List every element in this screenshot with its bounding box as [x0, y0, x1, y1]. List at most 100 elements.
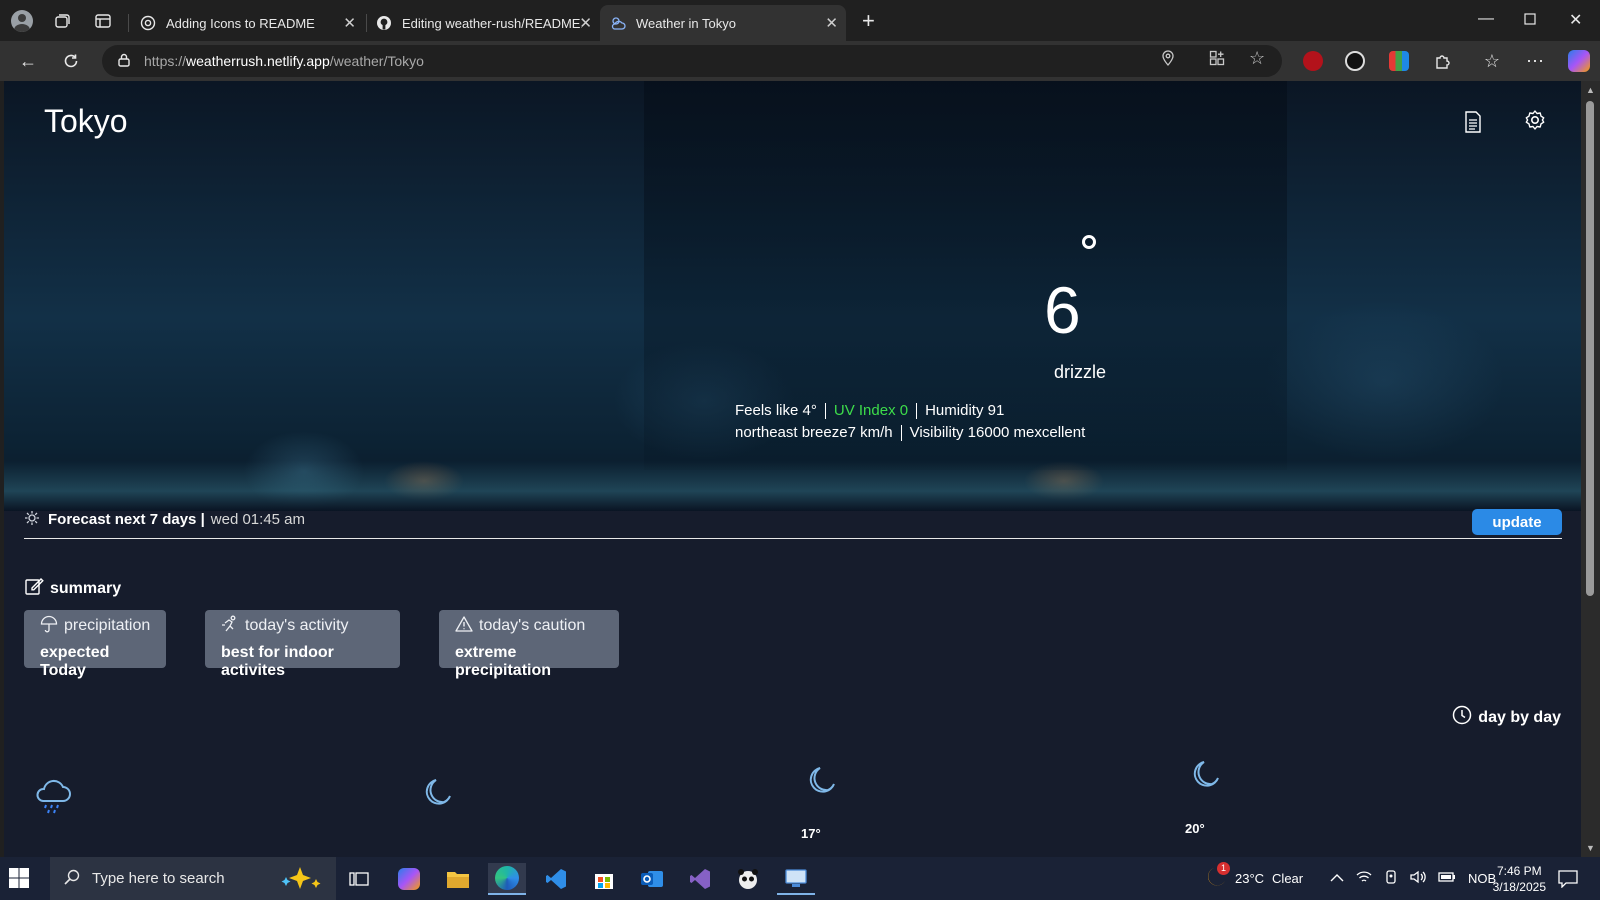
taskbar-clock[interactable]: 7:46 PM 3/18/2025: [1493, 863, 1546, 895]
task-view-icon[interactable]: [340, 863, 378, 895]
tab-title: Weather in Tokyo: [636, 15, 736, 31]
edge-browser-icon[interactable]: [488, 863, 526, 895]
new-tab-button[interactable]: +: [862, 10, 875, 32]
card-heading: precipitation: [64, 617, 151, 634]
card-value: expected Today: [40, 644, 110, 679]
ublock-extension-icon[interactable]: [1303, 51, 1323, 71]
favorite-star-icon[interactable]: ☆: [1249, 48, 1265, 69]
copilot-app-icon[interactable]: [390, 863, 428, 895]
weather-details: Feels like 4° UV Index 0 Humidity 91 nor…: [735, 400, 1085, 444]
close-tab-icon[interactable]: ✕: [579, 14, 592, 32]
tab-editing-readme[interactable]: Editing weather-rush/README.md ✕: [366, 5, 600, 41]
notifications-icon[interactable]: [1558, 857, 1578, 900]
extension-icon[interactable]: [1345, 51, 1365, 71]
umbrella-icon: [40, 615, 58, 638]
url-path: /weather/Tokyo: [329, 53, 424, 69]
forecast-header: Forecast next 7 days | wed 01:45 am upda…: [24, 501, 1562, 539]
page-scrollbar[interactable]: ▲ ▼: [1581, 81, 1600, 857]
search-icon: [64, 869, 80, 889]
tab-actions-icon[interactable]: [90, 8, 116, 34]
wind: northeast breeze7 km/h: [735, 424, 893, 441]
close-window-button[interactable]: ✕: [1569, 10, 1582, 30]
taskbar-search-box[interactable]: Type here to search: [50, 857, 336, 900]
weather-badge: 1: [1217, 862, 1230, 875]
remote-desktop-icon[interactable]: [777, 863, 815, 895]
moon-icon: [806, 764, 838, 801]
colorful-extension-icon[interactable]: [1389, 51, 1409, 71]
card-value: extreme precipitation: [455, 644, 552, 679]
chatgpt-icon: [140, 15, 156, 31]
card-value: best for indoor activites: [221, 644, 334, 679]
tab-title: Adding Icons to README: [166, 15, 315, 31]
copilot-sparkle-icon[interactable]: [278, 865, 324, 893]
warning-icon: [455, 615, 473, 638]
summary-card-precipitation: precipitation expected Today: [24, 610, 166, 679]
humidity: Humidity 91: [925, 402, 1005, 419]
favorites-icon[interactable]: ☆: [1480, 49, 1504, 73]
uv-index: UV Index 0: [833, 402, 909, 419]
network-icon[interactable]: [1356, 870, 1372, 887]
url-host: weatherrush.netlify.app: [186, 53, 330, 69]
clock-date: 3/18/2025: [1492, 880, 1546, 894]
summary-label: summary: [50, 579, 122, 597]
refresh-icon[interactable]: [59, 49, 83, 73]
taskbar-weather[interactable]: 1 23°C Clear: [1205, 857, 1303, 900]
browser-toolbar: ← https:// weatherrush.netlify.app /weat…: [0, 41, 1600, 81]
forecast-sun-icon: [24, 510, 40, 530]
current-temperature: 6: [1044, 273, 1081, 347]
minimize-button[interactable]: —: [1478, 10, 1494, 28]
close-tab-icon[interactable]: ✕: [825, 14, 838, 32]
profile-avatar-icon[interactable]: [9, 8, 35, 34]
clock-time: 7:46 PM: [1496, 864, 1542, 878]
outlook-icon[interactable]: [633, 863, 671, 895]
degree-symbol: [1082, 235, 1096, 249]
running-icon: [221, 615, 239, 638]
visual-studio-icon[interactable]: [681, 863, 719, 895]
windows-start-icon[interactable]: [8, 867, 30, 894]
tab-weather-tokyo[interactable]: Weather in Tokyo ✕: [600, 5, 846, 41]
scrollbar-thumb[interactable]: [1586, 101, 1594, 596]
copilot-icon[interactable]: [1568, 50, 1590, 72]
vscode-icon[interactable]: [537, 863, 575, 895]
back-arrow-icon[interactable]: ←: [16, 49, 40, 73]
settings-gear-icon[interactable]: [1524, 109, 1546, 136]
search-placeholder: Type here to search: [92, 870, 225, 887]
feels-like: Feels like 4°: [735, 402, 817, 419]
moon-icon: [422, 776, 454, 813]
clock-icon: [1452, 705, 1472, 730]
forecast-title: Forecast next 7 days |: [48, 511, 205, 528]
microsoft-store-icon[interactable]: [585, 863, 623, 895]
extensions-puzzle-icon[interactable]: [1431, 49, 1455, 73]
edit-note-icon: [24, 576, 44, 601]
day-temperature: 17°: [801, 826, 821, 841]
tab-title: Editing weather-rush/README.md: [402, 15, 582, 31]
document-icon[interactable]: [1464, 111, 1482, 138]
summary-card-activity: today's activity best for indoor activit…: [205, 610, 400, 679]
maximize-button[interactable]: [1524, 12, 1536, 30]
app-panda-icon[interactable]: [729, 863, 767, 895]
more-menu-icon[interactable]: ⋯: [1523, 49, 1547, 73]
tab-adding-icons[interactable]: Adding Icons to README ✕: [130, 5, 364, 41]
meet-now-icon[interactable]: [1384, 870, 1398, 887]
url-scheme: https://: [144, 53, 187, 69]
update-button[interactable]: update: [1472, 509, 1562, 535]
address-bar[interactable]: https:// weatherrush.netlify.app /weathe…: [102, 45, 1282, 77]
moon-icon: [1190, 758, 1222, 795]
moon-weather-icon: 1: [1205, 862, 1230, 891]
location-pin-icon[interactable]: [1162, 50, 1174, 70]
taskbar-weather-text: Clear: [1272, 871, 1304, 886]
day-by-day-label: day by day: [1478, 708, 1561, 726]
close-tab-icon[interactable]: ✕: [343, 14, 356, 32]
battery-icon[interactable]: [1438, 871, 1456, 886]
day-by-day-toggle[interactable]: day by day: [1452, 705, 1561, 730]
file-explorer-icon[interactable]: [439, 863, 477, 895]
card-heading: today's caution: [479, 617, 586, 634]
app-available-icon[interactable]: [1209, 50, 1225, 70]
weather-condition: drizzle: [1054, 362, 1107, 382]
volume-icon[interactable]: [1410, 870, 1426, 887]
summary-heading: summary: [24, 576, 121, 601]
workspaces-icon[interactable]: [49, 8, 75, 34]
lock-icon[interactable]: [118, 53, 130, 70]
chevron-up-icon[interactable]: [1330, 871, 1344, 886]
browser-tab-strip: Adding Icons to README ✕ Editing weather…: [0, 0, 1600, 41]
